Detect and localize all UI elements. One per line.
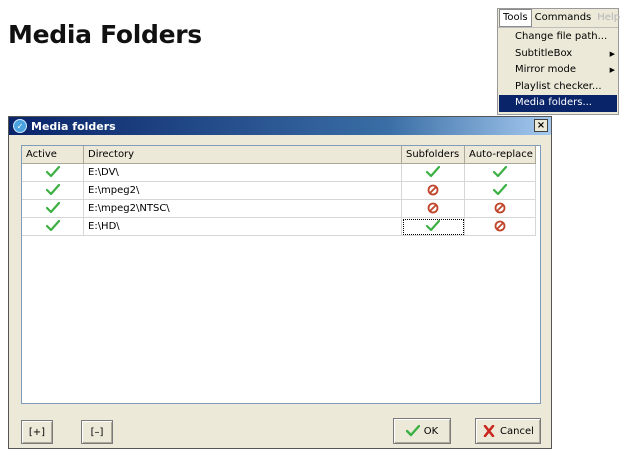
- menubar: Tools Commands Help: [498, 9, 620, 28]
- subfolders-toggle[interactable]: [402, 200, 465, 218]
- active-checkbox[interactable]: [22, 218, 84, 236]
- page-title: Media Folders: [8, 20, 202, 49]
- not-allowed-icon: [427, 184, 439, 196]
- cancel-label: Cancel: [500, 425, 534, 437]
- menu-item-mirror-mode[interactable]: Mirror mode ▶: [499, 62, 617, 79]
- add-folder-label: [+]: [28, 426, 46, 438]
- checkmark-icon: [426, 220, 440, 232]
- menu-item-label: Mirror mode: [515, 64, 577, 75]
- checkmark-icon: [493, 166, 507, 178]
- remove-folder-button[interactable]: [–]: [81, 420, 113, 444]
- menu-item-label: Playlist checker...: [515, 80, 602, 92]
- add-folder-button[interactable]: [+]: [21, 420, 53, 444]
- menu-item-label: SubtitleBox: [515, 47, 573, 59]
- auto-replace-toggle[interactable]: [465, 200, 536, 218]
- checkmark-icon: [45, 202, 60, 214]
- checkmark-icon: [426, 166, 440, 178]
- column-header-directory[interactable]: Directory: [84, 146, 402, 164]
- column-header-auto-replace[interactable]: Auto-replace: [465, 146, 536, 164]
- cancel-x-icon: [483, 425, 495, 437]
- table-row[interactable]: E:\HD\: [22, 218, 536, 236]
- directory-cell: E:\DV\: [84, 164, 402, 182]
- menu-list: Change file path... SubtitleBox ▶ Mirror…: [499, 29, 617, 113]
- menu-item-label: Media folders...: [515, 97, 592, 108]
- submenu-arrow-icon: ▶: [609, 66, 615, 74]
- menu-item-playlist-checker[interactable]: Playlist checker...: [499, 79, 617, 96]
- active-checkbox[interactable]: [22, 164, 84, 182]
- menu-item-subtitlebox[interactable]: SubtitleBox ▶: [499, 46, 617, 63]
- checkmark-icon: [45, 220, 60, 232]
- auto-replace-toggle[interactable]: [465, 164, 536, 182]
- dialog-titlebar[interactable]: ✓ Media folders ×: [9, 117, 551, 135]
- media-folders-dialog: ✓ Media folders × Active Directory Subfo…: [8, 116, 552, 449]
- directory-cell: E:\mpeg2\: [84, 182, 402, 200]
- ok-button[interactable]: OK: [393, 418, 451, 444]
- auto-replace-toggle[interactable]: [465, 218, 536, 236]
- ok-label: OK: [423, 425, 439, 437]
- checkmark-icon: [493, 184, 507, 196]
- table-row[interactable]: E:\mpeg2\NTSC\: [22, 200, 536, 218]
- directory-cell: E:\HD\: [84, 218, 402, 236]
- auto-replace-toggle[interactable]: [465, 182, 536, 200]
- active-checkbox[interactable]: [22, 182, 84, 200]
- submenu-arrow-icon: ▶: [609, 49, 615, 58]
- subfolders-toggle[interactable]: [402, 218, 465, 236]
- menubar-commands[interactable]: Commands: [532, 10, 595, 26]
- app-icon: ✓: [13, 119, 27, 133]
- list-header: Active Directory Subfolders Auto-replace: [22, 146, 536, 164]
- menu-item-label: Change file path...: [515, 31, 608, 42]
- subfolders-toggle[interactable]: [402, 164, 465, 182]
- menubar-help[interactable]: Help: [594, 10, 620, 26]
- directory-cell: E:\mpeg2\NTSC\: [84, 200, 402, 218]
- remove-folder-label: [–]: [90, 426, 104, 438]
- checkmark-icon: [405, 425, 420, 437]
- column-header-subfolders[interactable]: Subfolders: [402, 146, 465, 164]
- active-checkbox[interactable]: [22, 200, 84, 218]
- close-button[interactable]: ×: [534, 119, 548, 132]
- menubar-tools[interactable]: Tools: [499, 9, 532, 27]
- checkmark-icon: [45, 166, 60, 178]
- subfolders-toggle[interactable]: [402, 182, 465, 200]
- tools-menu: Tools Commands Help Change file path... …: [497, 8, 620, 115]
- folders-list[interactable]: Active Directory Subfolders Auto-replace…: [21, 145, 541, 404]
- checkmark-icon: [45, 184, 60, 196]
- not-allowed-icon: [494, 202, 506, 214]
- column-header-active[interactable]: Active: [22, 146, 84, 164]
- menu-item-media-folders[interactable]: Media folders...: [499, 95, 617, 112]
- table-row[interactable]: E:\DV\: [22, 164, 536, 182]
- table-row[interactable]: E:\mpeg2\: [22, 182, 536, 200]
- dialog-title: Media folders: [31, 119, 116, 133]
- not-allowed-icon: [427, 202, 439, 214]
- not-allowed-icon: [494, 220, 506, 232]
- cancel-button[interactable]: Cancel: [475, 418, 541, 444]
- menu-item-change-file-path[interactable]: Change file path...: [499, 29, 617, 46]
